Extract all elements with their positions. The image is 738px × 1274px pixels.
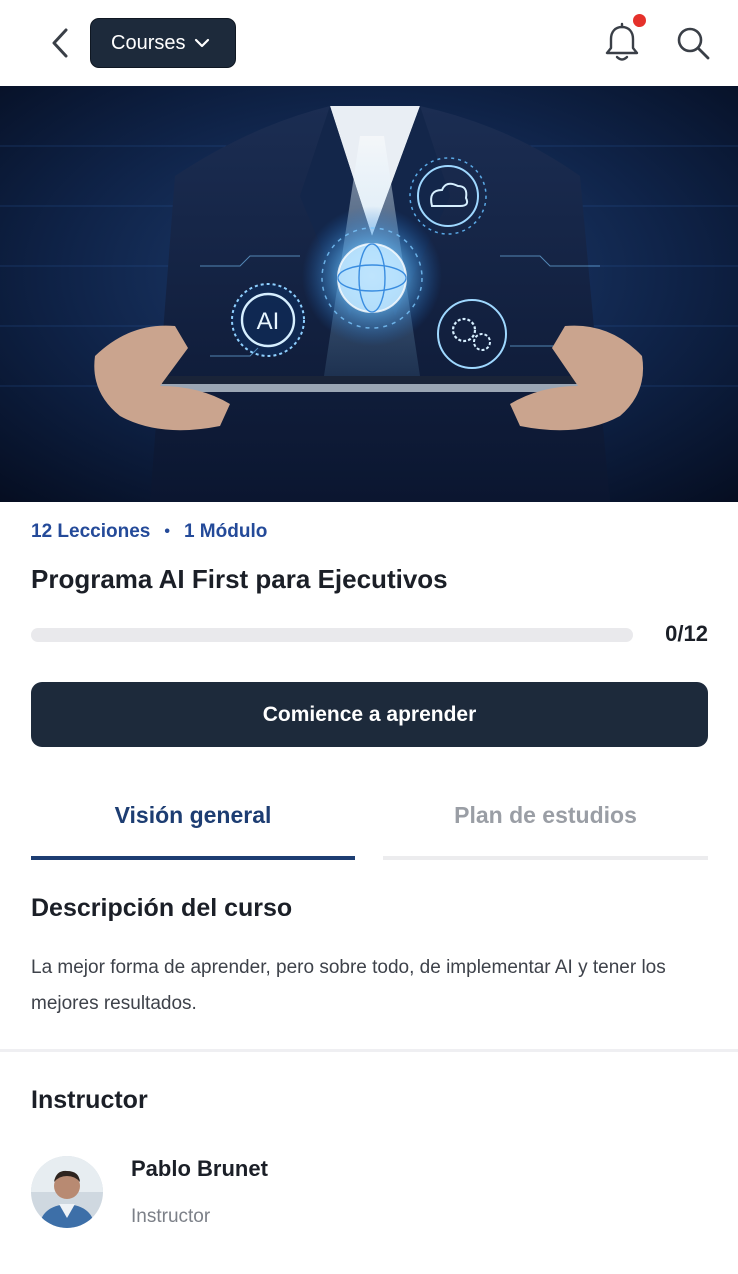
- instructor-name[interactable]: Pablo Brunet: [131, 1156, 268, 1182]
- notification-badge: [633, 14, 646, 27]
- course-title: Programa AI First para Ejecutivos: [31, 564, 448, 594]
- avatar[interactable]: [31, 1156, 103, 1228]
- chevron-left-icon: [52, 28, 68, 58]
- instructor-role: Instructor: [131, 1206, 211, 1227]
- courses-dropdown-label: Courses: [111, 31, 186, 54]
- courses-dropdown[interactable]: Courses: [90, 18, 236, 68]
- search-button[interactable]: [674, 24, 712, 62]
- tab-overview[interactable]: Visión general: [31, 782, 355, 860]
- description-heading: Descripción del curso: [31, 894, 293, 922]
- search-icon: [677, 27, 710, 60]
- start-learning-button[interactable]: Comience a aprender: [31, 682, 708, 747]
- top-bar: Courses: [0, 0, 738, 86]
- course-progress-bar: [31, 628, 633, 642]
- section-divider: [0, 1049, 738, 1052]
- course-hero-image: AI: [0, 86, 738, 502]
- lessons-count: 12 Lecciones: [31, 521, 151, 542]
- description-text: La mejor forma de aprender, pero sobre t…: [31, 957, 666, 1014]
- tab-curriculum[interactable]: Plan de estudios: [383, 782, 708, 860]
- meta-separator: •: [164, 523, 170, 540]
- back-button[interactable]: [44, 24, 76, 62]
- bell-icon: [605, 22, 639, 61]
- instructor-heading: Instructor: [31, 1086, 148, 1114]
- hero-ai-label: AI: [257, 308, 280, 335]
- chevron-down-icon: [194, 38, 210, 48]
- progress-count: 0/12: [665, 621, 708, 646]
- course-meta: 12 Lecciones • 1 Módulo: [31, 518, 267, 546]
- notifications-button[interactable]: [603, 22, 641, 64]
- modules-count: 1 Módulo: [183, 521, 268, 542]
